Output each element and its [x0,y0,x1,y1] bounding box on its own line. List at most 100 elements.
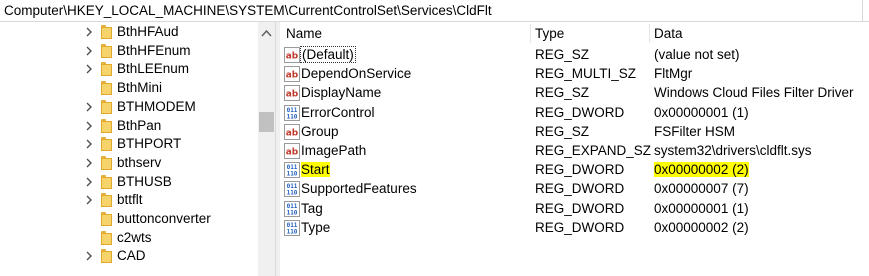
tree-item-label: BthHFEnum [117,42,191,58]
value-type: REG_MULTI_SZ [535,66,637,82]
scrollbar-thumb[interactable] [259,112,274,132]
value-name: Tag [301,200,323,216]
svg-text:110: 110 [287,228,298,235]
tree-item-label: BTHPORT [117,136,182,152]
value-data: FltMgr [654,66,693,82]
tree-item[interactable]: BTHUSB [0,173,258,192]
tree-item-label: BthPan [117,117,162,133]
value-row[interactable]: ab Group REG_SZ FSFilter HSM [280,123,869,142]
binary-value-icon: 011 110 [284,162,300,179]
tree-item-label: BTHMODEM [117,98,196,114]
string-value-icon: ab [284,47,300,63]
value-row[interactable]: ab (Default) REG_SZ (value not set) [280,46,869,65]
tree-item[interactable]: buttonconverter [0,210,258,229]
svg-text:110: 110 [287,171,298,178]
chevron-right-icon[interactable] [84,194,94,206]
binary-value-icon: 011 110 [284,104,300,121]
tree-item[interactable]: BthPan [0,117,258,136]
chevron-right-icon[interactable] [84,26,94,38]
chevron-right-icon[interactable] [84,138,94,150]
value-row[interactable]: 011 110 ErrorControl REG_DWORD 0x00000001 (1… [280,104,869,123]
tree-item-label: BTHUSB [117,173,172,189]
tree-item[interactable]: bttflt [0,191,258,210]
tree-item-label: CAD [117,248,146,264]
tree-item-label: bthserv [117,154,162,170]
tree-item[interactable]: BthHFAud [0,23,258,42]
tree-item[interactable]: bthserv [0,154,258,173]
chevron-right-icon[interactable] [84,101,94,113]
tree-item[interactable]: BTHMODEM [0,98,258,117]
binary-value-icon: 011 110 [284,219,300,236]
value-row[interactable]: 011 110 Type REG_DWORD 0x00000002 (2) [280,219,869,238]
tree-item-label: bttflt [117,192,143,208]
value-data: 0x00000002 (2) [654,162,749,178]
column-header-data[interactable]: Data [654,26,683,41]
tree-item[interactable]: c2wts [0,229,258,248]
tree-item-label: buttonconverter [117,211,211,226]
value-type: REG_DWORD [535,162,625,178]
value-row[interactable]: 011 110 Start REG_DWORD 0x00000002 (2) [280,161,869,180]
scroll-up-arrow-icon[interactable] [261,29,272,37]
value-type: REG_DWORD [535,200,625,216]
value-type: REG_SZ [535,85,590,101]
column-divider[interactable] [649,24,650,43]
value-name: ImagePath [301,143,367,158]
column-header-name[interactable]: Name [286,26,322,41]
folder-icon [101,230,112,245]
folder-icon [101,193,112,208]
svg-text:ab: ab [286,52,299,62]
tree-item-label: BthHFAud [117,24,179,39]
tree-item[interactable]: CAD [0,247,258,266]
svg-text:110: 110 [287,113,298,120]
folder-icon [101,137,112,152]
tree-item[interactable]: BthHFEnum [0,42,258,61]
value-row[interactable]: 011 110 SupportedFeatures REG_DWORD 0x000000… [280,180,869,199]
value-row[interactable]: 011 110 Tag REG_DWORD 0x00000001 (1) [280,200,869,219]
svg-text:ab: ab [286,128,299,138]
folder-icon [101,212,112,226]
tree-item[interactable]: BTHPORT [0,135,258,154]
value-row[interactable]: ab ImagePath REG_EXPAND_SZ system32\drivers… [280,142,869,161]
svg-text:ab: ab [286,71,299,81]
tree-item[interactable]: BthLEEnum [0,60,258,79]
value-name: Group [301,123,339,139]
chevron-right-icon[interactable] [84,176,94,188]
value-type: REG_SZ [535,123,590,139]
chevron-right-icon[interactable] [84,45,94,57]
registry-key-tree[interactable]: BthHFAud BthHFEnum BthLEEnum BthMini BTHMODE… [0,22,275,276]
column-header-type[interactable]: Type [535,26,564,41]
value-name: ErrorControl [301,104,375,120]
folder-icon [101,81,112,96]
folder-icon [101,99,112,114]
value-data: 0x00000001 (1) [654,104,749,120]
tree-scrollbar[interactable] [258,22,275,276]
value-data: system32\drivers\cldflt.sys [654,143,812,158]
column-divider[interactable] [530,24,531,43]
folder-icon [101,174,112,189]
svg-text:110: 110 [287,209,298,216]
value-data: 0x00000001 (1) [654,200,749,216]
registry-values-list[interactable]: Name Type Data ab (Default) REG_SZ (value n… [280,22,869,276]
svg-text:ab: ab [286,148,299,158]
tree-item[interactable]: BthMini [0,79,258,98]
string-value-icon: ab [284,85,300,102]
folder-icon [101,25,112,39]
svg-text:ab: ab [286,90,299,100]
tree-item-label: BthMini [117,80,163,96]
chevron-right-icon[interactable] [84,63,94,75]
value-data: FSFilter HSM [654,123,735,139]
address-bar[interactable]: Computer\HKEY_LOCAL_MACHINE\SYSTEM\Curre… [0,0,869,22]
value-data: 0x00000007 (7) [654,181,749,197]
value-name: Start [301,162,330,178]
value-row[interactable]: ab DisplayName REG_SZ Windows Cloud Files F… [280,84,869,103]
folder-icon [101,249,112,264]
binary-value-icon: 011 110 [284,200,300,217]
value-row[interactable]: ab DependOnService REG_MULTI_SZ FltMgr [280,65,869,84]
chevron-right-icon[interactable] [84,250,94,262]
chevron-right-icon[interactable] [84,157,94,169]
chevron-right-icon[interactable] [84,120,94,132]
value-type: REG_DWORD [535,219,625,235]
folder-icon [101,62,112,77]
value-name: SupportedFeatures [301,181,417,197]
string-value-icon: ab [284,66,300,83]
